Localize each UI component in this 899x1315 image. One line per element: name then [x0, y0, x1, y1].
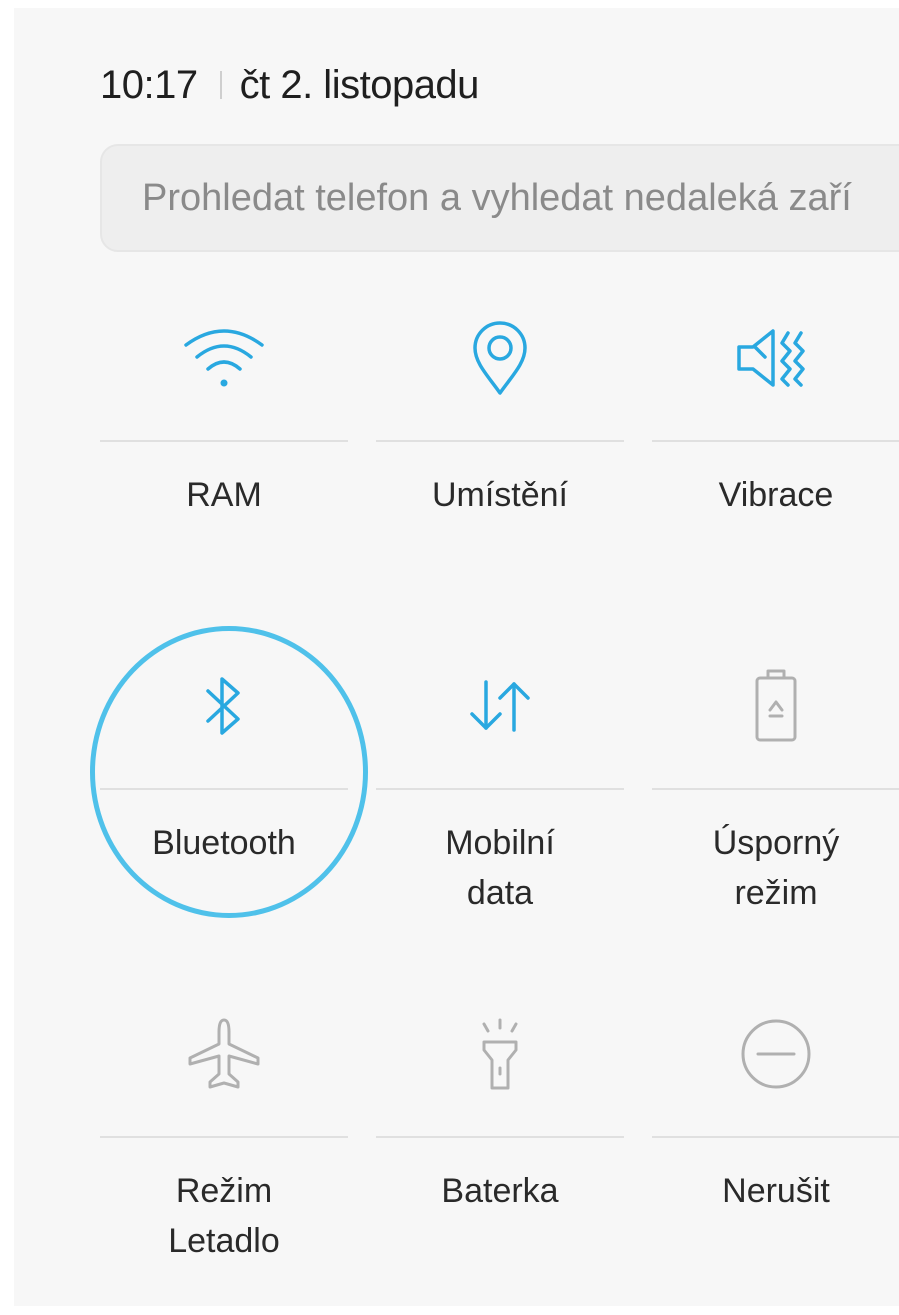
status-row: 10:17 čt 2. listopadu	[100, 60, 479, 110]
toggle-power-saving[interactable]: Úsporný režim	[652, 646, 899, 946]
quick-settings-panel: 10:17 čt 2. listopadu Prohledat telefon …	[14, 8, 899, 1306]
mobile-data-icon	[376, 646, 624, 766]
tile-label: RAM	[186, 476, 262, 514]
toggle-vibrate[interactable]: Vibrace	[652, 298, 899, 598]
bluetooth-icon	[100, 646, 348, 766]
toggle-location[interactable]: Umístění	[376, 298, 624, 598]
power-saving-icon	[652, 646, 899, 766]
tile-divider	[376, 1136, 624, 1138]
tile-label: Mobilní data	[445, 824, 555, 912]
date-label: čt 2. listopadu	[239, 62, 480, 107]
tile-label: Baterka	[441, 1172, 559, 1210]
airplane-icon	[100, 994, 348, 1114]
clock-time: 10:17	[100, 62, 198, 107]
toggle-flashlight[interactable]: Baterka	[376, 994, 624, 1294]
tile-divider	[100, 1136, 348, 1138]
tile-divider	[376, 440, 624, 442]
tile-divider	[100, 440, 348, 442]
tile-label: Umístění	[431, 476, 569, 514]
tile-label: Vibrace	[718, 476, 834, 514]
tile-label: Nerušit	[722, 1172, 830, 1210]
tile-divider	[652, 788, 899, 790]
toggle-bluetooth[interactable]: Bluetooth	[100, 646, 348, 946]
flashlight-icon	[376, 994, 624, 1114]
tile-divider	[100, 788, 348, 790]
vibrate-icon	[652, 298, 899, 418]
tile-divider	[376, 788, 624, 790]
status-divider	[219, 71, 222, 99]
search-input[interactable]: Prohledat telefon a vyhledat nedaleká za…	[100, 144, 899, 252]
tile-divider	[652, 1136, 899, 1138]
location-pin-icon	[376, 298, 624, 418]
tile-divider	[652, 440, 899, 442]
search-placeholder: Prohledat telefon a vyhledat nedaleká za…	[142, 176, 852, 219]
tile-label: Režim Letadlo	[168, 1172, 280, 1260]
toggle-do-not-disturb[interactable]: Nerušit	[652, 994, 899, 1294]
tile-label: Úsporný režim	[712, 824, 840, 912]
do-not-disturb-icon	[652, 994, 899, 1114]
toggle-airplane-mode[interactable]: Režim Letadlo	[100, 994, 348, 1294]
tile-label: Bluetooth	[152, 824, 296, 862]
toggle-wifi[interactable]: RAM	[100, 298, 348, 598]
toggle-mobile-data[interactable]: Mobilní data	[376, 646, 624, 946]
wifi-icon	[100, 298, 348, 418]
